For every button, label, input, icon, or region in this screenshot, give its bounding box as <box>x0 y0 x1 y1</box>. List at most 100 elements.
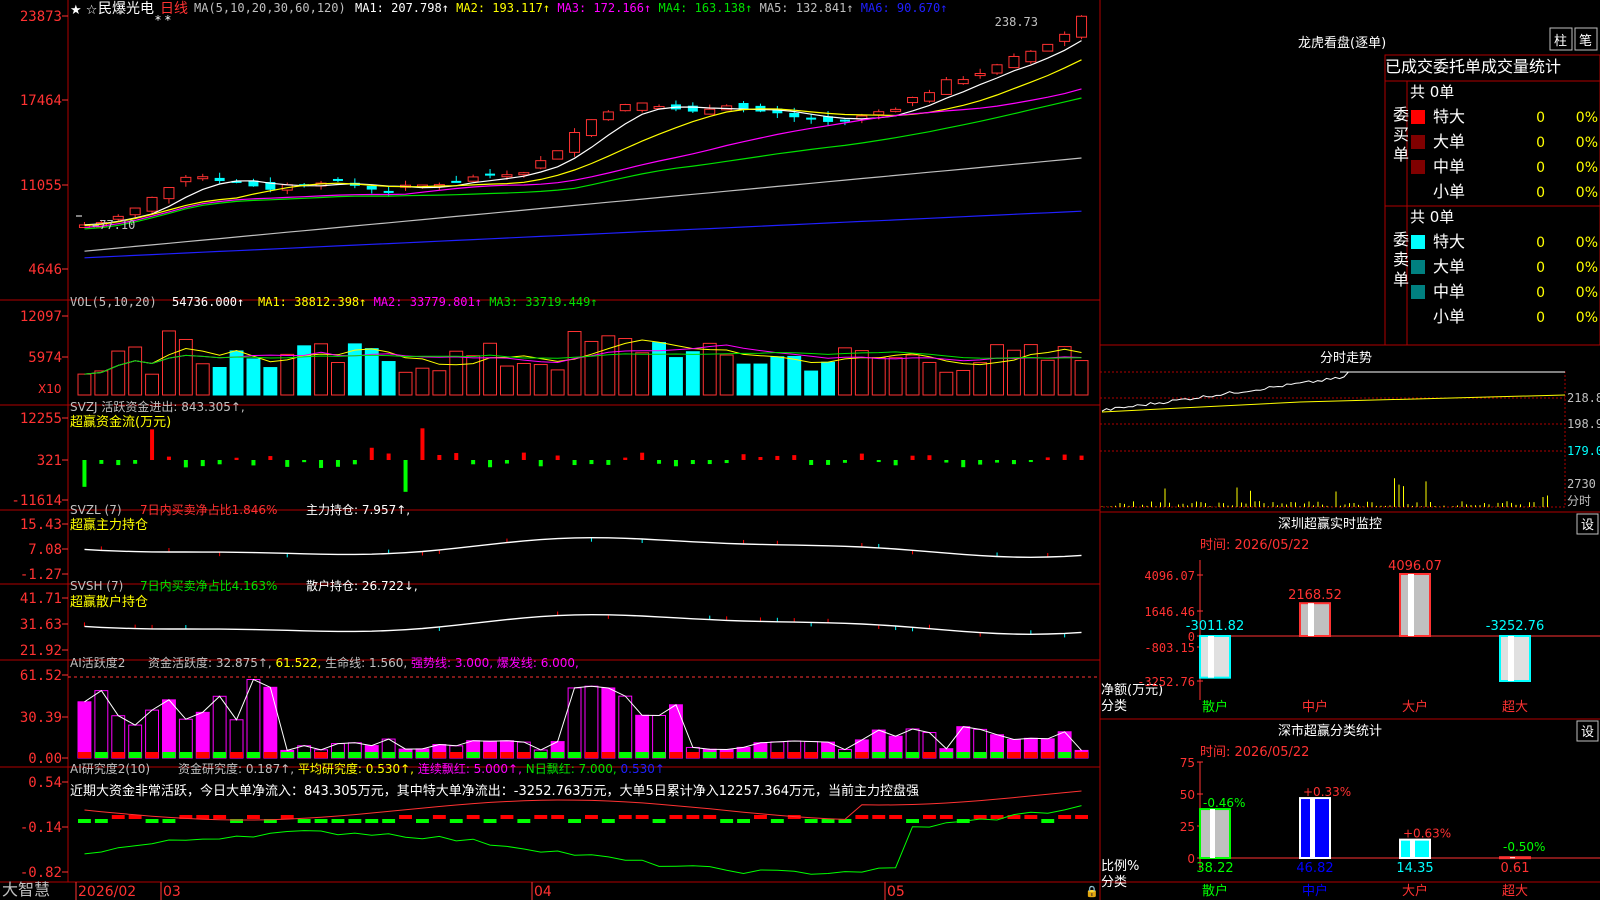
classify-bar-shine <box>1310 798 1315 858</box>
fund-flow-bar <box>995 460 1000 463</box>
volume-bar <box>111 350 126 396</box>
research-bar <box>213 815 227 819</box>
y-tick-label: -1.27 <box>20 567 62 583</box>
favorite-stars[interactable]: ★ ☆ <box>70 3 97 18</box>
research-bar <box>855 815 869 819</box>
classify-unit-label: 比例% <box>1101 859 1139 874</box>
volume-bar <box>973 362 988 396</box>
volume-bar <box>1007 349 1021 396</box>
volume-bar <box>567 331 582 396</box>
candle <box>974 73 986 77</box>
volume-bar <box>331 362 345 396</box>
base-bar <box>162 752 176 758</box>
fund-flow-bar <box>1011 460 1016 465</box>
volume-bar <box>685 351 700 396</box>
base-bar <box>1041 752 1055 758</box>
research-bar <box>821 819 835 823</box>
fund-flow-bar <box>826 460 831 465</box>
candle <box>1008 55 1020 69</box>
research-bar <box>601 819 615 823</box>
volume-bar <box>635 352 650 396</box>
fund-flow-bar <box>369 447 374 460</box>
base-bar <box>466 752 480 758</box>
svsh-metric-green: 7日内买卖净占比4.163% <box>140 578 277 593</box>
volume-bar <box>178 338 193 396</box>
classify-y-label: 50 <box>1180 788 1195 802</box>
base-bar <box>196 752 210 758</box>
volume-bar <box>432 370 447 396</box>
candle <box>332 178 343 181</box>
base-bar <box>247 752 260 758</box>
candle <box>704 108 716 115</box>
volume-bar <box>212 366 227 396</box>
candle <box>991 64 1003 74</box>
activity-bar <box>195 711 210 759</box>
classify-y-label: 0 <box>1187 852 1195 866</box>
base-bar <box>585 752 598 758</box>
base-bar <box>94 752 108 758</box>
volume-bar <box>77 373 92 396</box>
candle <box>501 174 513 178</box>
base-bar <box>483 752 497 758</box>
monitor-cat-label: 分类 <box>1101 699 1127 714</box>
order-swatch <box>1411 160 1425 174</box>
y-tick-label: 0.00 <box>28 751 62 767</box>
x-tick-label: 03 <box>163 884 181 900</box>
candle <box>485 173 496 176</box>
volume-bar <box>1023 344 1038 396</box>
base-bar <box>787 752 801 758</box>
research-bar <box>517 819 531 823</box>
volume-legend: MA1: 38812.398↑ MA2: 33779.801↑ MA3: 337… <box>258 295 598 309</box>
order-qty: 0 <box>1536 160 1545 176</box>
order-size-label: 中单 <box>1433 157 1465 176</box>
x-tick-label: 2026/02 <box>78 884 136 900</box>
fund-flow-bar <box>623 457 628 460</box>
dragon-title: 龙虎看盘(逐单) <box>1298 35 1386 51</box>
base-bar <box>686 752 700 758</box>
lock-icon[interactable]: 🔒 <box>1085 885 1099 898</box>
monitor-bar <box>1299 602 1331 637</box>
ma-legend: MA1: 207.798↑ MA2: 193.117↑ MA3: 172.166… <box>355 1 947 15</box>
base-bar <box>314 752 328 758</box>
research-bar <box>348 819 362 823</box>
dragon-tab-title[interactable]: 已成交委托单成交量统计 <box>1385 57 1561 76</box>
volume-bar <box>500 365 514 396</box>
ai-research-legend: 资金研究度: 0.187↑, 平均研究度: 0.530↑, 连续飘红: 5.00… <box>178 761 665 776</box>
fund-flow-bar <box>251 460 256 466</box>
classify-change-label: -0.46% <box>1203 796 1245 810</box>
research-bar <box>669 815 683 819</box>
high-price-label: 238.73 <box>995 15 1038 29</box>
order-swatch <box>1411 110 1425 124</box>
volume-bar <box>162 330 176 396</box>
candle <box>197 176 209 180</box>
base-bar <box>1007 752 1021 758</box>
svzj-title: SVZJ 活跃资金进出: 843.305↑, <box>70 399 245 414</box>
research-bar <box>1058 815 1072 819</box>
base-bar <box>1024 752 1038 758</box>
volume-bar <box>770 356 785 396</box>
svzl-metric-red: 7日内买卖净占比1.846% <box>140 502 277 517</box>
base-bar <box>348 752 362 758</box>
y-tick-label: 17464 <box>20 93 62 109</box>
order-pct: 0% <box>1576 185 1598 201</box>
research-bar <box>314 819 328 823</box>
classify-change-label: -0.50% <box>1503 840 1545 854</box>
ai-comment: 近期大资金非常活跃，今日大单净流入：843.305万元，其中特大单净流出：-32… <box>70 783 919 799</box>
volume-bar <box>449 350 464 396</box>
base-bar <box>551 752 565 758</box>
base-bar <box>703 752 717 758</box>
stock-terminal-canvas[interactable]: 23873 17464 11055 4646 12097 5974 12255 321 -116… <box>0 0 1600 900</box>
candle <box>1025 50 1037 63</box>
fund-flow-bar <box>606 460 611 465</box>
activity-bar <box>601 687 616 759</box>
volume-bar <box>804 370 819 396</box>
buy-side-label: 委买单 <box>1393 105 1409 164</box>
research-bar <box>500 815 514 819</box>
base-bar <box>382 752 396 758</box>
y-tick-label: 15.43 <box>20 517 62 533</box>
svsh-subtitle: 超赢散户持仓 <box>70 594 148 610</box>
base-bar <box>1075 752 1088 758</box>
legend-item: 连续飘红: 5.000↑, <box>418 761 526 776</box>
fund-flow-bar <box>944 460 949 463</box>
base-bar <box>939 752 953 758</box>
